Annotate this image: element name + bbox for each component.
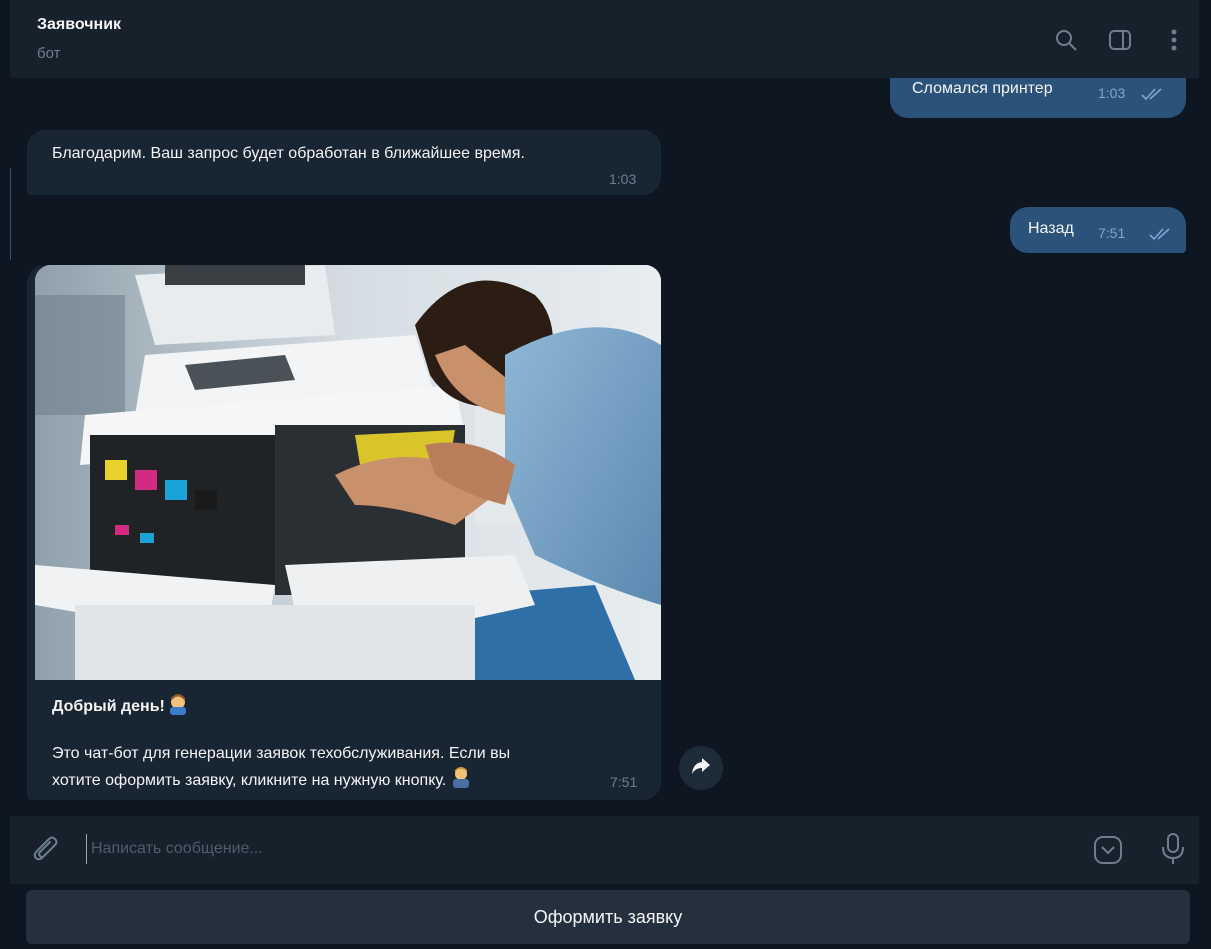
message-time: 7:51 bbox=[610, 774, 638, 790]
message-text: Назад bbox=[1028, 220, 1074, 237]
forward-icon bbox=[691, 757, 711, 780]
forward-button[interactable] bbox=[679, 746, 723, 790]
create-request-button[interactable]: Оформить заявку bbox=[26, 890, 1190, 944]
message-incoming-photo[interactable]: Добрый день! Это чат-бот для генерации з… bbox=[27, 265, 661, 800]
message-time: 1:03 bbox=[609, 171, 637, 187]
message-input[interactable] bbox=[86, 834, 986, 864]
man-technologist-emoji-icon bbox=[167, 693, 189, 720]
message-incoming[interactable]: Благодарим. Ваш запрос будет обработан в… bbox=[27, 130, 661, 195]
message-time: 1:03 bbox=[1098, 85, 1126, 101]
more-vertical-icon[interactable] bbox=[1160, 25, 1188, 55]
reply-keyboard: Оформить заявку bbox=[10, 884, 1199, 949]
message-list[interactable]: Сломался принтер 1:03 Благодарим. Ваш за… bbox=[10, 78, 1199, 812]
chat-header: Заявочник бот bbox=[10, 0, 1199, 78]
emoji-icon[interactable] bbox=[1093, 835, 1123, 870]
caption-line-1: Это чат-бот для генерации заявок техобсл… bbox=[52, 745, 511, 762]
caption-line-2: хотите оформить заявку, кликните на нужн… bbox=[52, 772, 447, 789]
message-photo[interactable] bbox=[35, 265, 661, 680]
message-time: 7:51 bbox=[1098, 225, 1126, 241]
sidebar-toggle-icon[interactable] bbox=[1106, 25, 1134, 55]
mechanic-emoji-icon bbox=[450, 766, 472, 796]
attach-icon[interactable] bbox=[32, 834, 60, 871]
message-caption: Добрый день! Это чат-бот для генерации з… bbox=[52, 693, 632, 796]
chat-subtitle: бот bbox=[37, 45, 61, 62]
microphone-icon[interactable] bbox=[1160, 832, 1186, 871]
unread-indicator bbox=[10, 168, 11, 260]
message-outgoing[interactable]: Сломался принтер 1:03 bbox=[890, 78, 1186, 118]
greeting-text: Добрый день! bbox=[52, 697, 165, 715]
message-text: Сломался принтер bbox=[912, 80, 1053, 97]
chat-title[interactable]: Заявочник bbox=[37, 16, 121, 34]
search-icon[interactable] bbox=[1052, 25, 1080, 55]
composer bbox=[10, 816, 1199, 884]
double-check-icon bbox=[1140, 87, 1166, 106]
printer-repair-photo bbox=[35, 265, 661, 680]
message-text: Благодарим. Ваш запрос будет обработан в… bbox=[52, 145, 525, 162]
double-check-icon bbox=[1148, 227, 1174, 246]
message-outgoing[interactable]: Назад 7:51 bbox=[1010, 207, 1186, 253]
